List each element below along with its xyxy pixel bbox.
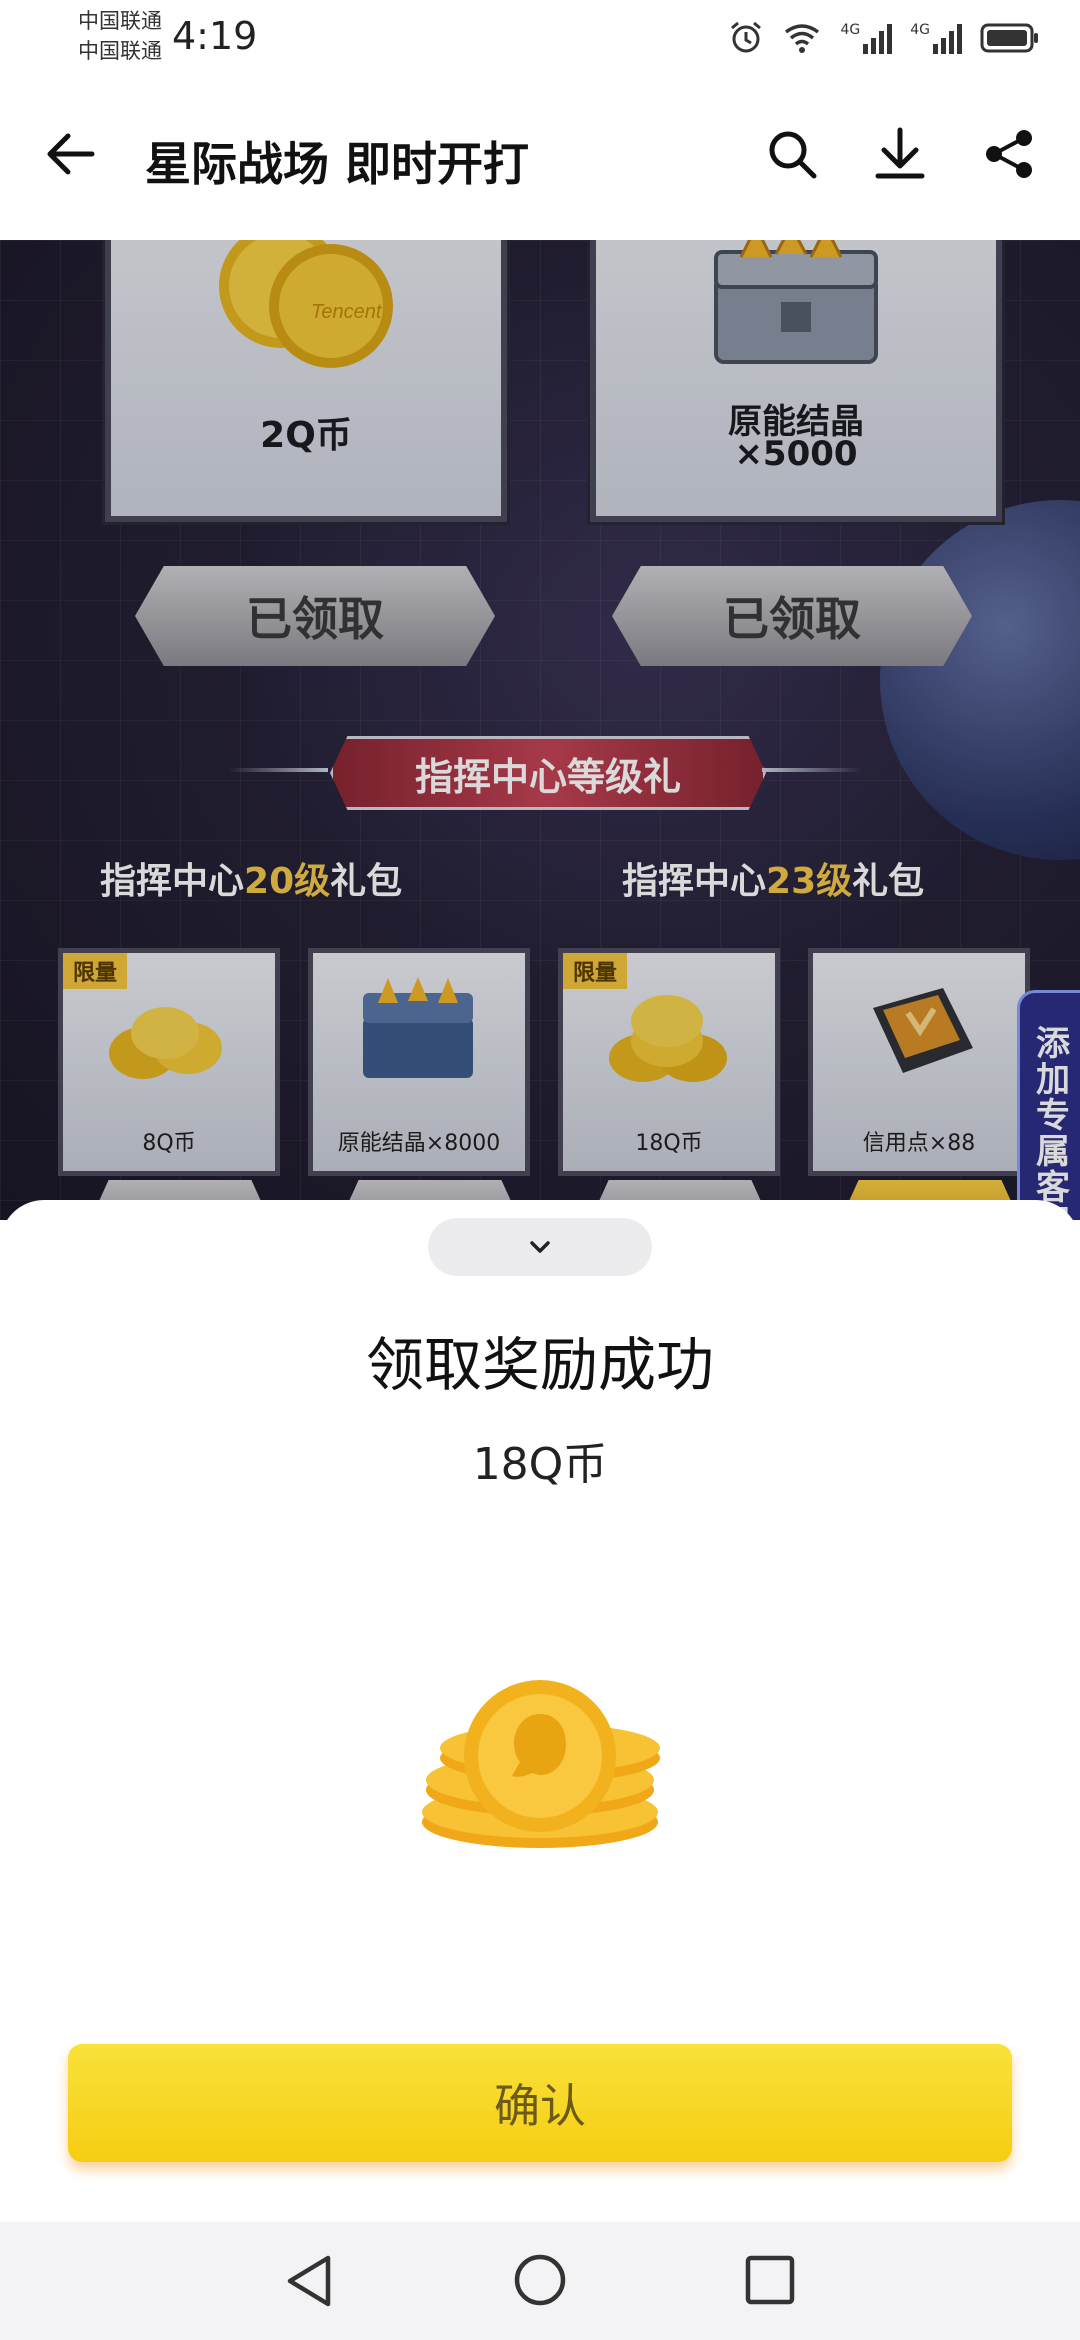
share-button[interactable] [982,126,1038,186]
square-recents-icon [745,2255,795,2305]
chevron-down-icon [530,1241,550,1253]
nav-back-button[interactable] [282,2252,336,2314]
network-type-2: 4G [910,22,930,38]
back-icon [47,133,95,175]
page-title: 星际战场 即时开打 [145,137,530,191]
triangle-back-icon [287,2255,331,2307]
search-icon [769,131,817,179]
nav-recents-button[interactable] [744,2254,796,2310]
confirm-button[interactable]: 确认 [68,2044,1012,2162]
sheet-title: 领取奖励成功 [365,1331,714,1399]
qcoin-reward-icon [422,1680,660,1848]
status-icons: 4G 4G [728,18,1040,58]
reward-name: 18Q币 [472,1439,608,1490]
share-icon [986,130,1032,178]
wifi-icon [785,24,820,53]
scrim-overlay [0,240,1080,1220]
signal-4g-icon-2: 4G [910,22,962,54]
back-button[interactable] [42,126,98,186]
carrier-label-2: 中国联通 [78,39,162,63]
signal-4g-icon-1: 4G [840,22,893,54]
nav-home-button[interactable] [512,2252,568,2312]
status-bar: 中国联通 中国联通 4:19 4G 4G [0,0,1080,80]
carrier-label-1: 中国联通 [78,9,162,33]
search-button[interactable] [764,126,820,186]
sheet-collapse-handle[interactable] [428,1218,652,1276]
status-time: 4:19 [172,14,258,58]
circle-home-icon [514,2254,566,2306]
battery-icon [980,23,1038,53]
download-button[interactable] [872,124,928,188]
download-icon [875,127,925,179]
alarm-icon [731,21,762,53]
network-type-1: 4G [840,22,861,38]
